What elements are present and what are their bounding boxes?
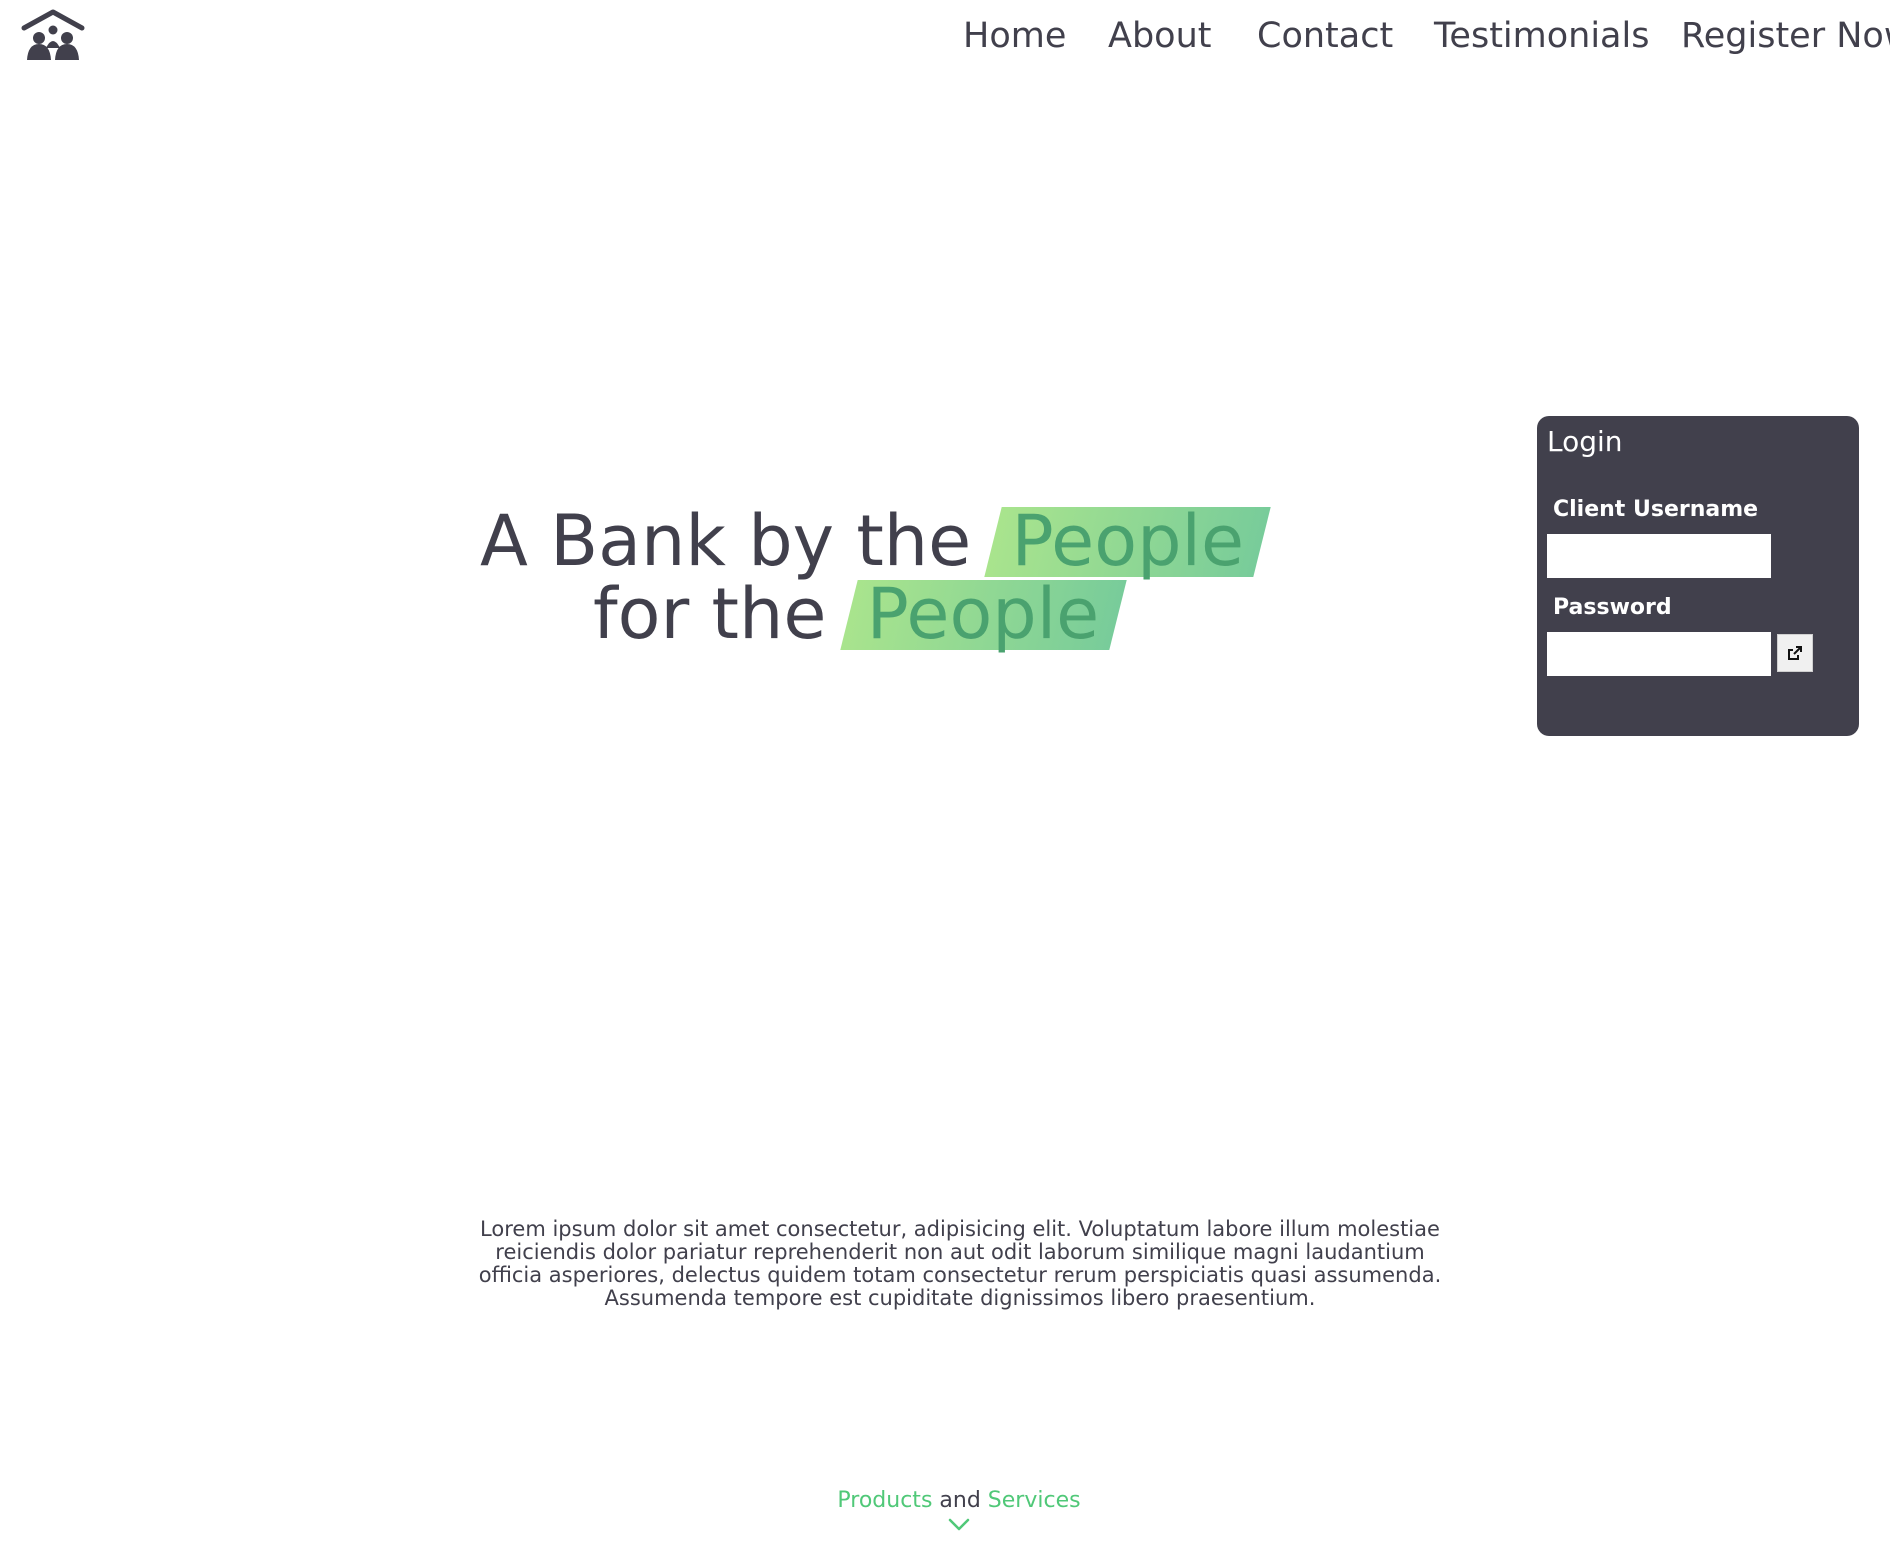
password-label: Password [1553, 595, 1672, 620]
username-input[interactable] [1547, 534, 1771, 578]
username-label: Client Username [1553, 497, 1759, 522]
intro-paragraph: Lorem ipsum dolor sit amet consectetur, … [478, 1217, 1442, 1310]
products-services-link[interactable]: Products and Services [0, 1487, 1890, 1515]
login-panel: Login Client Username Password [1537, 416, 1859, 736]
hero-line-1-highlight: People [984, 505, 1271, 577]
hero-line-1: A Bank by the People [480, 505, 1271, 577]
login-submit-button[interactable] [1777, 634, 1813, 672]
nav-testimonials-link[interactable]: Testimonials [1434, 14, 1649, 58]
login-title: Login [1547, 425, 1623, 458]
hero-line-2: for the People [593, 578, 1126, 650]
nav-home-link[interactable]: Home [963, 14, 1066, 58]
hero-line-2-highlight: People [839, 578, 1126, 650]
hero-line-2-highlight-text: People [866, 573, 1100, 655]
hero-line-1-highlight-text: People [1011, 500, 1245, 582]
nav-about-link[interactable]: About [1108, 14, 1211, 58]
services-word: Services [987, 1488, 1081, 1513]
external-link-icon [1788, 646, 1802, 660]
products-word: Products [837, 1488, 933, 1513]
chevron-down-icon[interactable] [948, 1518, 970, 1532]
and-word: and [939, 1488, 981, 1513]
nav-contact-link[interactable]: Contact [1257, 14, 1393, 58]
nav-register-link[interactable]: Register Now [1681, 14, 1890, 58]
main-nav: Home About Contact Testimonials Register… [0, 14, 1890, 58]
hero-line-1-text: A Bank by the [480, 500, 972, 582]
hero-line-2-text: for the [593, 573, 827, 655]
password-input[interactable] [1547, 632, 1771, 676]
